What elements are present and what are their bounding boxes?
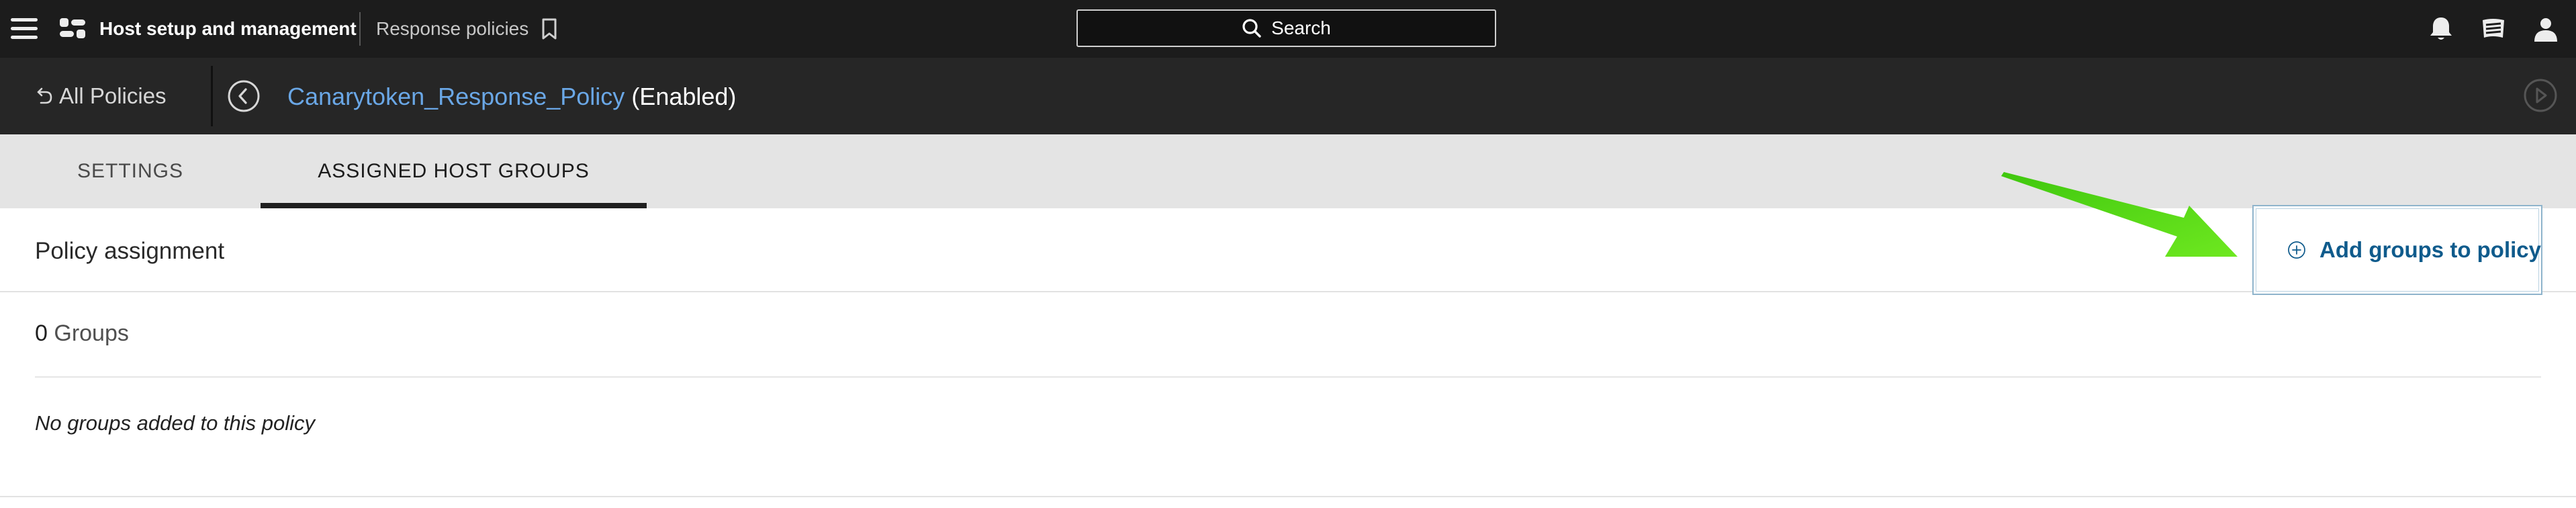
bottom-divider: [0, 496, 2576, 497]
plus-circle-icon: [2288, 241, 2305, 259]
section-title: Policy assignment: [35, 238, 225, 264]
breadcrumb-separator: [359, 12, 361, 46]
user-icon[interactable]: [2532, 15, 2560, 43]
menu-icon[interactable]: [11, 17, 38, 40]
header-divider: [211, 66, 213, 126]
play-circle-icon[interactable]: [2523, 78, 2558, 113]
add-groups-label: Add groups to policy: [2319, 237, 2541, 262]
app-logo-icon[interactable]: [59, 17, 86, 41]
breadcrumb-response-policies[interactable]: Response policies: [376, 18, 528, 40]
search-icon: [1242, 19, 1261, 38]
search-label: Search: [1271, 17, 1331, 38]
policy-status: (Enabled): [631, 83, 737, 110]
policy-name-link[interactable]: Canarytoken_Response_Policy: [287, 83, 625, 110]
annotation-arrow-icon: [2001, 172, 2238, 257]
global-search-button[interactable]: Search: [1076, 9, 1496, 47]
all-policies-back-link[interactable]: All Policies: [36, 83, 167, 109]
group-count-label: Groups: [54, 321, 129, 346]
bell-icon[interactable]: [2427, 15, 2455, 43]
tab-assigned-host-groups[interactable]: ASSIGNED HOST GROUPS: [261, 134, 647, 208]
policy-title: Canarytoken_Response_Policy (Enabled): [287, 83, 736, 111]
previous-circle-icon[interactable]: [227, 79, 261, 113]
group-count: 0 Groups: [35, 320, 129, 347]
top-nav-bar: Host setup and management Response polic…: [0, 0, 2576, 58]
all-policies-label: All Policies: [59, 83, 167, 108]
tab-settings[interactable]: SETTINGS: [0, 134, 261, 208]
empty-groups-message: No groups added to this policy: [35, 411, 316, 435]
app-title: Host setup and management: [99, 18, 357, 39]
undo-arrow-icon: [37, 87, 52, 104]
news-icon[interactable]: [2479, 15, 2508, 43]
add-groups-to-policy-button[interactable]: Add groups to policy: [2252, 205, 2542, 295]
policy-header-bar: All Policies Canarytoken_Response_Policy…: [0, 58, 2576, 134]
group-count-value: 0: [35, 321, 48, 346]
bookmark-icon[interactable]: [541, 17, 558, 40]
groups-divider: [35, 376, 2541, 378]
